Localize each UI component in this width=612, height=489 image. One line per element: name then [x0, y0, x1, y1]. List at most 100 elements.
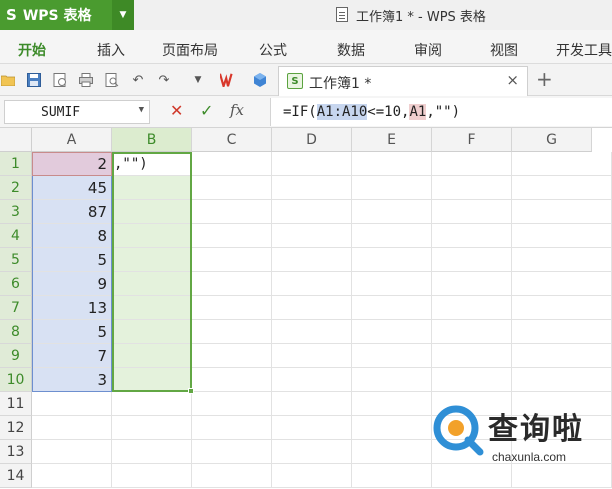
cell-e10[interactable] [352, 368, 432, 392]
cell-d3[interactable] [272, 200, 352, 224]
open-folder-icon[interactable] [0, 72, 16, 88]
cell-b8[interactable] [112, 320, 192, 344]
row-header-1[interactable]: 1 [0, 152, 32, 176]
cell-c10[interactable] [192, 368, 272, 392]
cell-g10[interactable] [512, 368, 612, 392]
cell-c7[interactable] [192, 296, 272, 320]
cell-d5[interactable] [272, 248, 352, 272]
cell-d13[interactable] [272, 440, 352, 464]
cell-f8[interactable] [432, 320, 512, 344]
name-box-dropdown-icon[interactable]: ▼ [139, 105, 144, 115]
row-header-8[interactable]: 8 [0, 320, 32, 344]
more-dropdown-icon[interactable]: ▼ [190, 72, 206, 88]
row-header-5[interactable]: 5 [0, 248, 32, 272]
cell-g3[interactable] [512, 200, 612, 224]
cell-d4[interactable] [272, 224, 352, 248]
cell-a4[interactable]: 8 [32, 224, 112, 248]
tab-workbook[interactable]: S 工作簿1 * × [278, 66, 528, 96]
cell-b9[interactable] [112, 344, 192, 368]
cell-e6[interactable] [352, 272, 432, 296]
app-menu-button[interactable]: S WPS 表格 [0, 0, 112, 30]
cell-b4[interactable] [112, 224, 192, 248]
cell-b12[interactable] [112, 416, 192, 440]
cell-e4[interactable] [352, 224, 432, 248]
tab-data[interactable]: 数据 [337, 40, 365, 60]
print-icon[interactable] [78, 72, 94, 88]
new-tab-button[interactable]: + [536, 67, 553, 91]
row-header-13[interactable]: 13 [0, 440, 32, 464]
cell-e3[interactable] [352, 200, 432, 224]
redo-icon[interactable]: ↷ [156, 72, 172, 88]
cell-a8[interactable]: 5 [32, 320, 112, 344]
column-header-d[interactable]: D [272, 128, 352, 152]
row-header-3[interactable]: 3 [0, 200, 32, 224]
cell-b7[interactable] [112, 296, 192, 320]
cell-c13[interactable] [192, 440, 272, 464]
cell-c14[interactable] [192, 464, 272, 488]
tab-insert[interactable]: 插入 [97, 40, 125, 60]
print-preview-icon[interactable] [104, 72, 120, 88]
column-header-e[interactable]: E [352, 128, 432, 152]
cell-a10[interactable]: 3 [32, 368, 112, 392]
cell-d8[interactable] [272, 320, 352, 344]
column-header-g[interactable]: G [512, 128, 592, 152]
cell-b13[interactable] [112, 440, 192, 464]
cell-c2[interactable] [192, 176, 272, 200]
tab-review[interactable]: 审阅 [414, 40, 442, 60]
row-header-11[interactable]: 11 [0, 392, 32, 416]
tab-developer[interactable]: 开发工具 [556, 40, 612, 60]
cell-g4[interactable] [512, 224, 612, 248]
cell-e11[interactable] [352, 392, 432, 416]
app-menu-dropdown-icon[interactable]: ▼ [112, 0, 134, 30]
row-header-2[interactable]: 2 [0, 176, 32, 200]
row-header-9[interactable]: 9 [0, 344, 32, 368]
cell-f9[interactable] [432, 344, 512, 368]
cell-c9[interactable] [192, 344, 272, 368]
row-header-4[interactable]: 4 [0, 224, 32, 248]
cell-b11[interactable] [112, 392, 192, 416]
row-header-12[interactable]: 12 [0, 416, 32, 440]
cloud-cube-icon[interactable] [252, 72, 268, 88]
cell-f1[interactable] [432, 152, 512, 176]
cell-f3[interactable] [432, 200, 512, 224]
tab-page-layout[interactable]: 页面布局 [162, 40, 218, 60]
cell-d7[interactable] [272, 296, 352, 320]
select-all-corner[interactable] [0, 128, 32, 152]
cell-c3[interactable] [192, 200, 272, 224]
cell-e7[interactable] [352, 296, 432, 320]
column-header-f[interactable]: F [432, 128, 512, 152]
cell-d1[interactable] [272, 152, 352, 176]
cell-b5[interactable] [112, 248, 192, 272]
wps-home-icon[interactable] [220, 72, 236, 88]
cell-e14[interactable] [352, 464, 432, 488]
cell-d10[interactable] [272, 368, 352, 392]
insert-function-icon[interactable]: fx [230, 101, 244, 119]
cell-g2[interactable] [512, 176, 612, 200]
undo-icon[interactable]: ↶ [130, 72, 146, 88]
cell-a13[interactable] [32, 440, 112, 464]
cell-f7[interactable] [432, 296, 512, 320]
cell-a6[interactable]: 9 [32, 272, 112, 296]
row-header-7[interactable]: 7 [0, 296, 32, 320]
cell-f4[interactable] [432, 224, 512, 248]
row-header-6[interactable]: 6 [0, 272, 32, 296]
cell-g7[interactable] [512, 296, 612, 320]
cell-c12[interactable] [192, 416, 272, 440]
cell-d11[interactable] [272, 392, 352, 416]
row-header-10[interactable]: 10 [0, 368, 32, 392]
tab-formulas[interactable]: 公式 [259, 40, 287, 60]
cell-a12[interactable] [32, 416, 112, 440]
cell-c1[interactable] [192, 152, 272, 176]
cell-c11[interactable] [192, 392, 272, 416]
cell-g6[interactable] [512, 272, 612, 296]
cancel-edit-icon[interactable]: ✕ [170, 101, 183, 120]
confirm-edit-icon[interactable]: ✓ [200, 101, 213, 120]
column-header-b[interactable]: B [112, 128, 192, 152]
cell-a5[interactable]: 5 [32, 248, 112, 272]
cell-e1[interactable] [352, 152, 432, 176]
cell-f2[interactable] [432, 176, 512, 200]
cell-b1[interactable]: ,"") [112, 152, 192, 176]
cell-a14[interactable] [32, 464, 112, 488]
cell-b10[interactable] [112, 368, 192, 392]
cell-a1[interactable]: 2 [32, 152, 112, 176]
